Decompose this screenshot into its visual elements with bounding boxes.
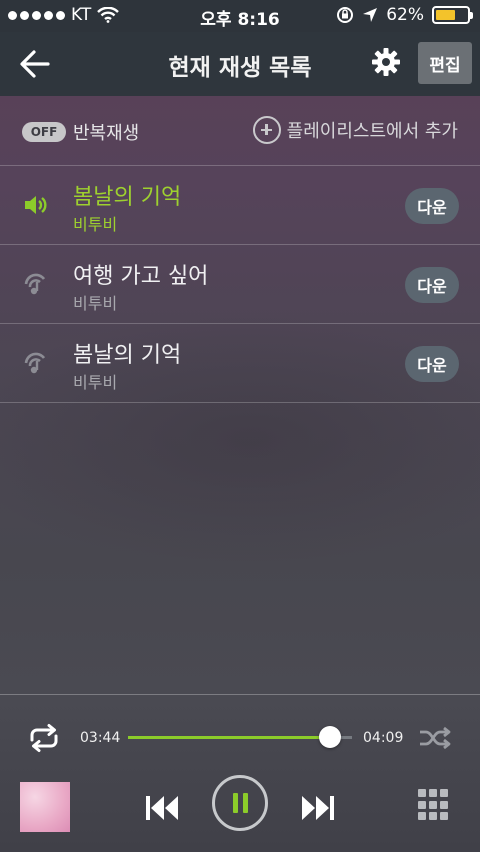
- battery-fill: [436, 10, 455, 20]
- track-artist: 비투비: [73, 294, 118, 313]
- track-title: 봄날의 기억: [73, 343, 182, 368]
- plus-circle-icon: [252, 116, 281, 144]
- speaker-playing-icon: [25, 196, 47, 214]
- download-button[interactable]: 다운: [405, 188, 459, 224]
- track-artist: 비투비: [73, 215, 118, 234]
- current-time: 03:44: [80, 730, 121, 746]
- page-title: 현재 재생 목록: [168, 55, 312, 81]
- grid-menu-icon[interactable]: [418, 789, 450, 821]
- player-controls: 03:44 04:09: [0, 694, 480, 852]
- shuffle-icon[interactable]: [418, 725, 452, 751]
- title-bar: 현재 재생 목록 편집: [0, 32, 480, 96]
- next-track-icon[interactable]: [298, 793, 336, 823]
- track-list: 봄날의 기억 비투비 다운 여행 가고 싶어 비투비 다운 봄날의 기억 비투비…: [0, 166, 480, 403]
- gear-icon[interactable]: [370, 46, 402, 78]
- download-button[interactable]: 다운: [405, 346, 459, 382]
- repeat-label: 반복재생: [73, 123, 140, 144]
- battery-icon: [432, 6, 473, 24]
- track-artist: 비투비: [73, 373, 118, 392]
- repeat-icon[interactable]: [26, 723, 62, 753]
- music-note-icon: [24, 352, 46, 374]
- location-icon: [363, 8, 378, 22]
- track-row-1[interactable]: 봄날의 기억 비투비 다운: [0, 166, 480, 245]
- edit-button[interactable]: 편집: [418, 42, 472, 84]
- pause-button[interactable]: [212, 775, 268, 831]
- download-button[interactable]: 다운: [405, 267, 459, 303]
- track-title: 봄날의 기억: [73, 185, 182, 210]
- previous-track-icon[interactable]: [144, 793, 182, 823]
- add-from-playlist-label: 플레이리스트에서 추가: [286, 121, 458, 142]
- status-bar: KT 오후 8:16 62%: [0, 0, 480, 32]
- rotation-lock-icon: [337, 7, 354, 23]
- progress-fill: [128, 736, 330, 739]
- progress-knob[interactable]: [318, 726, 341, 748]
- total-time: 04:09: [363, 730, 404, 746]
- music-note-icon: [24, 273, 46, 295]
- status-right: 62%: [336, 5, 473, 25]
- battery-percent: 62%: [386, 5, 424, 25]
- track-title: 여행 가고 싶어: [73, 264, 209, 289]
- repeat-toggle[interactable]: OFF: [22, 122, 66, 142]
- playlist-options: OFF 반복재생 플레이리스트에서 추가: [0, 96, 480, 166]
- track-row-2[interactable]: 여행 가고 싶어 비투비 다운: [0, 245, 480, 324]
- progress-bar[interactable]: [128, 726, 352, 748]
- album-art-thumbnail[interactable]: [20, 782, 70, 832]
- track-row-3[interactable]: 봄날의 기억 비투비 다운: [0, 324, 480, 403]
- add-from-playlist-button[interactable]: 플레이리스트에서 추가: [252, 116, 458, 144]
